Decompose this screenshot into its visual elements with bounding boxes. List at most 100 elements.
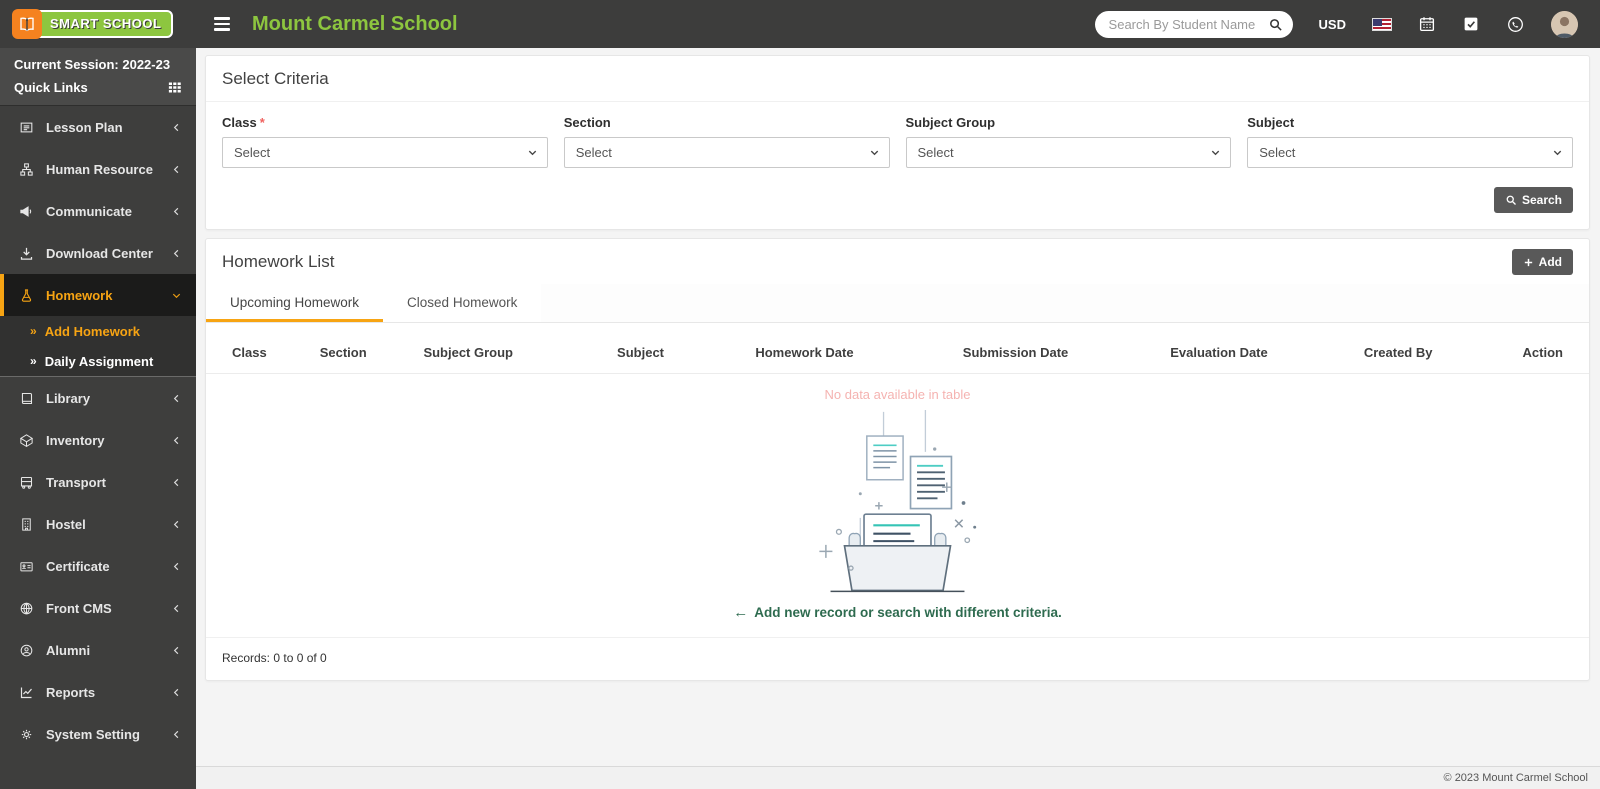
sidebar-item-label: Human Resource [46,161,153,177]
chevron-down-icon [1212,150,1220,156]
sidebar-item-label: Homework [46,287,113,303]
chevron-left-icon [171,729,182,740]
class-select[interactable]: Select [222,137,548,168]
bus-icon [18,475,35,490]
calendar-icon[interactable] [1418,15,1436,33]
sidebar-item-alumni[interactable]: Alumni [0,629,196,671]
sidebar-item-label: Front CMS [46,600,112,616]
sidebar-item-label: Certificate [46,558,110,574]
sidebar-item-communicate[interactable]: Communicate [0,190,196,232]
sidebar-item-certificate[interactable]: Certificate [0,545,196,587]
chevron-left-icon [171,206,182,217]
box-icon [18,433,35,448]
sidebar-item-label: Lesson Plan [46,119,123,135]
chevron-left-icon [171,561,182,572]
column-header-section[interactable]: Section [309,333,414,374]
section-select[interactable]: Select [563,137,890,168]
globe-icon [18,601,35,616]
empty-hint: ← Add new record or search with different… [206,596,1589,638]
top-header-bar: SMART SCHOOL Mount Carmel School USD [0,0,1600,48]
download-icon [18,246,35,261]
subject-label: Subject [1247,115,1295,130]
sidebar-item-inventory[interactable]: Inventory [0,419,196,461]
left-arrow-icon: ← [733,604,749,621]
class-field: Class * Select [222,115,548,168]
search-input[interactable] [1108,16,1268,32]
subject-select-value: Select [1259,145,1296,160]
footer: © 2023 Mount Carmel School [196,766,1600,789]
homework-table: Class Section Subject Group Subject Home… [206,333,1589,374]
submenu-item-label: Add Homework [44,323,141,339]
column-header-created-by[interactable]: Created By [1353,333,1506,374]
column-header-subject[interactable]: Subject [607,333,746,374]
column-header-homework-date[interactable]: Homework Date [745,333,953,374]
task-check-icon[interactable] [1462,15,1480,33]
sidebar-item-system-setting[interactable]: System Setting [0,713,196,755]
section-select-value: Select [575,145,612,160]
chevron-left-icon [171,687,182,698]
column-header-submission-date[interactable]: Submission Date [952,333,1161,374]
subject-group-select[interactable]: Select [905,137,1232,168]
column-header-subject-group[interactable]: Subject Group [413,333,608,374]
grid-icon[interactable] [167,80,182,95]
sidebar-item-download-center[interactable]: Download Center [0,232,196,274]
user-avatar[interactable] [1551,10,1578,38]
subject-select[interactable]: Select [1247,137,1573,168]
sidebar-item-label: Hostel [46,516,86,532]
submenu-item-label: Daily Assignment [44,353,154,369]
table-header-row: Class Section Subject Group Subject Home… [206,333,1589,374]
chevron-left-icon [171,248,182,259]
subject-group-select-value: Select [917,145,954,160]
add-button[interactable]: Add [1511,249,1573,275]
submenu-item-daily-assignment[interactable]: » Daily Assignment [0,346,196,376]
language-flag-icon[interactable] [1372,17,1392,31]
double-chevron-icon: » [30,324,37,338]
search-icon[interactable] [1268,17,1283,32]
homework-list-card: Homework List Add Upcoming Homework Clos… [205,238,1590,681]
column-header-evaluation-date[interactable]: Evaluation Date [1160,333,1354,374]
flask-icon [18,288,35,303]
chevron-left-icon [171,645,182,656]
column-header-action[interactable]: Action [1505,333,1589,374]
graduate-icon [18,643,35,658]
select-criteria-title: Select Criteria [206,56,1589,102]
chevron-down-icon [528,150,536,156]
chevron-down-icon [870,150,878,156]
chevron-left-icon [171,477,182,488]
search-button[interactable]: Search [1493,187,1573,213]
currency-selector[interactable]: USD [1319,17,1346,32]
section-label: Section [563,115,611,130]
chevron-left-icon [171,164,182,175]
homework-tabs: Upcoming Homework Closed Homework [206,284,1589,323]
chevron-left-icon [171,435,182,446]
sidebar-item-front-cms[interactable]: Front CMS [0,587,196,629]
sidebar-item-reports[interactable]: Reports [0,671,196,713]
submenu-item-add-homework[interactable]: » Add Homework [0,316,196,346]
sidebar-item-hostel[interactable]: Hostel [0,503,196,545]
quick-links[interactable]: Quick Links [14,80,182,95]
sidebar-item-label: Communicate [46,203,132,219]
app-logo[interactable]: SMART SCHOOL [0,0,196,48]
subject-group-label: Subject Group [905,115,996,130]
homework-submenu: » Add Homework » Daily Assignment [0,316,196,377]
main-content: Select Criteria Class * Select Section Se… [196,48,1600,789]
sidebar-item-transport[interactable]: Transport [0,461,196,503]
empty-state-illustration [819,410,977,593]
sidebar-item-library[interactable]: Library [0,377,196,419]
class-select-value: Select [234,145,271,160]
building-icon [18,517,35,532]
plus-icon [1524,258,1532,266]
tab-closed-homework[interactable]: Closed Homework [383,284,542,322]
column-header-class[interactable]: Class [206,333,310,374]
tab-upcoming-homework[interactable]: Upcoming Homework [206,284,384,322]
double-chevron-icon: » [30,354,37,368]
required-asterisk: * [259,115,265,130]
hamburger-menu-icon[interactable] [214,17,230,31]
sidebar-item-homework[interactable]: Homework [0,274,196,316]
sidebar-item-human-resource[interactable]: Human Resource [0,148,196,190]
whatsapp-icon[interactable] [1506,15,1525,34]
sidebar-item-lesson-plan[interactable]: Lesson Plan [0,106,196,148]
chart-line-icon [18,685,35,700]
sidebar-item-label: Library [46,390,91,406]
copyright-text: © 2023 Mount Carmel School [1443,772,1588,784]
